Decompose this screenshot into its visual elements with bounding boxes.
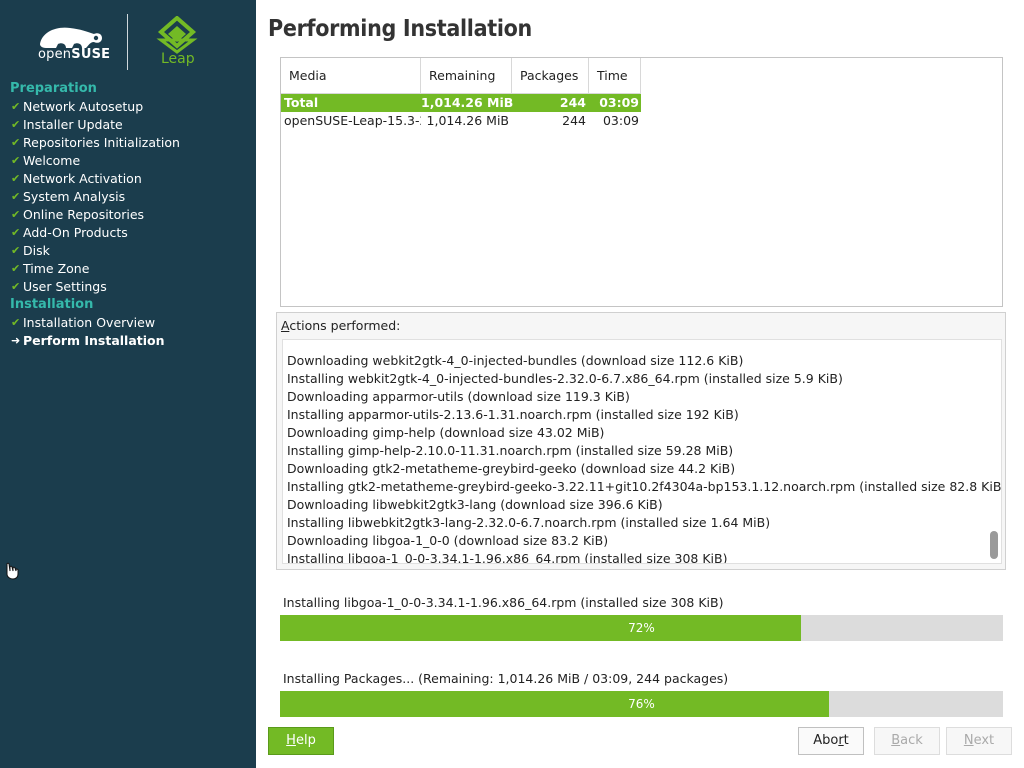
page-title: Performing Installation	[268, 16, 532, 42]
cell-media: Total	[284, 95, 319, 110]
step-label: Perform Installation	[23, 333, 165, 348]
checkmark-icon: ✔	[11, 244, 21, 257]
log-line-partial	[287, 340, 1001, 352]
log-line: Downloading apparmor-utils (download siz…	[287, 389, 630, 404]
step-add-on-products: ✔ Add-On Products	[0, 224, 256, 242]
step-installer-update: ✔ Installer Update	[0, 116, 256, 134]
logo-area: openSUSE Leap	[0, 0, 256, 80]
cell-remaining: 1,014.26 MiB	[421, 95, 514, 110]
section-heading-installation: Installation	[10, 297, 94, 312]
checkmark-icon: ✔	[11, 118, 21, 131]
checkmark-icon: ✔	[11, 316, 21, 329]
cell-time: 03:09	[599, 95, 639, 110]
step-network-autosetup: ✔ Network Autosetup	[0, 98, 256, 116]
actions-log[interactable]: Downloading webkit2gtk-4_0-injected-bund…	[282, 339, 1002, 564]
step-disk: ✔ Disk	[0, 242, 256, 260]
checkmark-icon: ✔	[11, 154, 21, 167]
help-button[interactable]: Help	[268, 727, 334, 755]
step-perform-installation: ➜ Perform Installation	[0, 332, 256, 350]
mouse-pointer-icon	[6, 562, 19, 580]
step-welcome: ✔ Welcome	[0, 152, 256, 170]
actions-performed-label: Actions performed:	[281, 318, 401, 333]
log-line: Installing libwebkit2gtk3-lang-2.32.0-6.…	[287, 515, 771, 530]
checkmark-icon: ✔	[11, 280, 21, 293]
checkmark-icon: ✔	[11, 136, 21, 149]
checkmark-icon: ✔	[11, 190, 21, 203]
column-header-packages[interactable]: Packages	[512, 58, 589, 94]
step-online-repositories: ✔ Online Repositories	[0, 206, 256, 224]
package-progress-label: Installing libgoa-1_0-0-3.34.1-1.96.x86_…	[283, 595, 724, 610]
checkmark-icon: ✔	[11, 226, 21, 239]
media-table[interactable]: Media Remaining Packages Time Total 1,01…	[280, 57, 1003, 307]
media-table-header: Media Remaining Packages Time	[281, 58, 1002, 94]
cell-time: 03:09	[602, 113, 639, 128]
arrow-right-icon: ➜	[11, 334, 21, 347]
step-label: Repositories Initialization	[23, 135, 180, 150]
log-line: Installing webkit2gtk-4_0-injected-bundl…	[287, 371, 843, 386]
column-header-media[interactable]: Media	[281, 58, 421, 94]
logo-divider	[127, 14, 128, 70]
log-line: Downloading libgoa-1_0-0 (download size …	[287, 533, 609, 548]
step-label: Installation Overview	[23, 315, 156, 330]
step-label: Time Zone	[23, 261, 90, 276]
checkmark-icon: ✔	[11, 208, 21, 221]
main-content: Performing Installation Media Remaining …	[256, 0, 1024, 768]
media-table-body: Total 1,014.26 MiB 244 03:09 openSUSE-Le…	[281, 94, 1002, 130]
log-line: Installing gimp-help-2.10.0-11.31.noarch…	[287, 443, 734, 458]
leap-logo-icon	[156, 16, 198, 54]
column-header-time[interactable]: Time	[589, 58, 641, 94]
step-user-settings: ✔ User Settings	[0, 278, 256, 296]
opensuse-wordmark: openSUSE	[38, 47, 111, 62]
next-button[interactable]: Next	[946, 727, 1012, 755]
total-progress-bar: 76%	[280, 691, 1003, 717]
step-label: Online Repositories	[23, 207, 145, 222]
log-line: Installing gtk2-metatheme-greybird-geeko…	[287, 479, 1002, 494]
checkmark-icon: ✔	[11, 172, 21, 185]
step-label: Disk	[23, 243, 50, 258]
step-time-zone: ✔ Time Zone	[0, 260, 256, 278]
sidebar: openSUSE Leap Preparation ✔ Network Autos…	[0, 0, 256, 768]
step-label: Installer Update	[23, 117, 123, 132]
cell-media: openSUSE-Leap-15.3-2	[284, 113, 421, 128]
installation-steps: Preparation ✔ Network Autosetup ✔ Installe…	[0, 80, 256, 350]
log-lines: Downloading webkit2gtk-4_0-injected-bund…	[287, 340, 1002, 564]
actions-performed-frame: Actions performed: Downloading webkit2gt…	[276, 312, 1006, 570]
step-installation-overview: ✔ Installation Overview	[0, 314, 256, 332]
step-repositories-initialization: ✔ Repositories Initialization	[0, 134, 256, 152]
column-header-remaining[interactable]: Remaining	[421, 58, 512, 94]
step-label: Network Activation	[23, 171, 142, 186]
total-progress-text: 76%	[628, 697, 655, 711]
log-line: Downloading webkit2gtk-4_0-injected-bund…	[287, 353, 744, 368]
step-label: Network Autosetup	[23, 99, 144, 114]
step-label: Welcome	[23, 153, 81, 168]
cell-remaining: 1,014.26 MiB	[426, 113, 509, 128]
step-network-activation: ✔ Network Activation	[0, 170, 256, 188]
cell-packages: 244	[559, 95, 586, 110]
checkmark-icon: ✔	[11, 262, 21, 275]
step-label: System Analysis	[23, 189, 126, 204]
abort-button[interactable]: Abort	[798, 727, 864, 755]
total-progress-label: Installing Packages... (Remaining: 1,014…	[283, 671, 729, 686]
table-row[interactable]: openSUSE-Leap-15.3-2 1,014.26 MiB 244 03…	[281, 112, 1002, 130]
step-label: User Settings	[23, 279, 107, 294]
log-line: Downloading libwebkit2gtk3-lang (downloa…	[287, 497, 663, 512]
checkmark-icon: ✔	[11, 100, 21, 113]
table-row-total[interactable]: Total 1,014.26 MiB 244 03:09	[281, 94, 641, 112]
step-label: Add-On Products	[23, 225, 128, 240]
leap-wordmark: Leap	[161, 51, 195, 67]
step-system-analysis: ✔ System Analysis	[0, 188, 256, 206]
package-progress-bar: 72%	[280, 615, 1003, 641]
log-scrollbar[interactable]	[990, 342, 998, 561]
cell-packages: 244	[562, 113, 586, 128]
package-progress-text: 72%	[628, 621, 655, 635]
section-heading-preparation: Preparation	[10, 81, 97, 96]
log-line: Installing apparmor-utils-2.13.6-1.31.no…	[287, 407, 739, 422]
back-button[interactable]: Back	[874, 727, 940, 755]
log-line: Downloading gtk2-metatheme-greybird-geek…	[287, 461, 736, 476]
log-line: Installing libgoa-1_0-0-3.34.1-1.96.x86_…	[287, 551, 728, 564]
log-line: Downloading gimp-help (download size 43.…	[287, 425, 605, 440]
log-scrollbar-thumb[interactable]	[990, 531, 998, 559]
